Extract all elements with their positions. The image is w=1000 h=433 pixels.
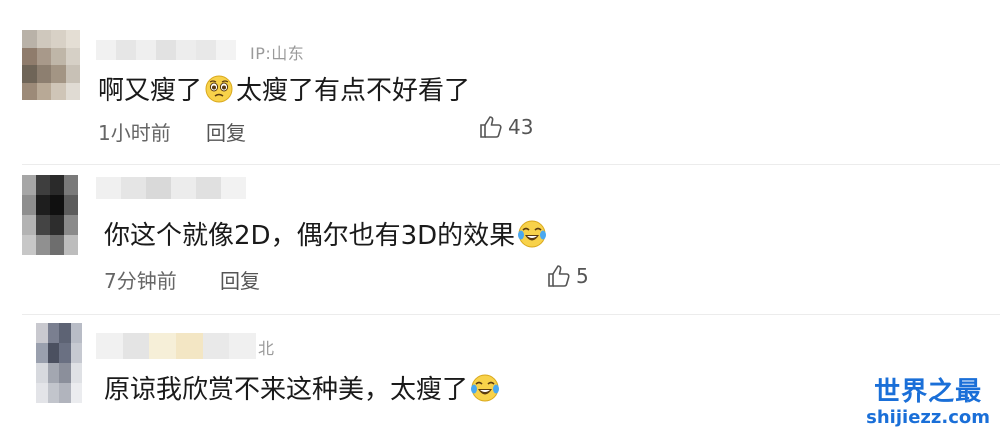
- comment-item: 北 原谅我欣赏不来这种美，太瘦了: [0, 315, 1000, 433]
- like-count: 5: [576, 264, 589, 288]
- avatar[interactable]: [36, 323, 82, 403]
- watermark-logo: 世界之最 shijiezz.com: [866, 377, 990, 429]
- thumbs-up-icon: [480, 116, 502, 138]
- comment-item: 你这个就像2D，偶尔也有3D的效果 7分钟前 回复 5: [0, 165, 1000, 315]
- ip-location: IP:山东: [250, 44, 305, 63]
- comment-text-part: 啊又瘦了: [98, 76, 203, 106]
- comment-item: IP:山东 啊又瘦了 太瘦了有点不好看了 1小时前 回复 43: [0, 0, 1000, 165]
- comment-text: 啊又瘦了 太瘦了有点不好看了: [98, 70, 470, 107]
- like-button[interactable]: 43: [478, 114, 533, 140]
- comment-text: 你这个就像2D，偶尔也有3D的效果: [104, 215, 549, 252]
- pleading-face-icon: [205, 75, 233, 102]
- comment-list: IP:山东 啊又瘦了 太瘦了有点不好看了 1小时前 回复 43 你这个就像2D，…: [0, 0, 1000, 433]
- reply-button[interactable]: 回复: [220, 265, 260, 294]
- ip-location: 北: [258, 339, 275, 358]
- reply-button[interactable]: 回复: [206, 117, 246, 146]
- avatar[interactable]: [22, 175, 78, 255]
- username-blurred[interactable]: [96, 333, 257, 359]
- username-blurred[interactable]: [96, 40, 236, 60]
- avatar[interactable]: [22, 30, 80, 100]
- comment-text-part: 太瘦了有点不好看了: [236, 76, 471, 106]
- watermark-title: 世界之最: [874, 377, 983, 407]
- watermark-url: shijiezz.com: [866, 407, 990, 428]
- comment-time: 7分钟前: [104, 269, 177, 293]
- like-count: 43: [508, 115, 534, 139]
- comment-time: 1小时前: [98, 121, 171, 145]
- comment-text-part: 原谅我欣赏不来这种美，太瘦了: [104, 375, 469, 405]
- like-button[interactable]: 5: [546, 263, 589, 289]
- comment-text-part: 你这个就像2D，偶尔也有3D的效果: [104, 221, 516, 251]
- tears-of-joy-icon: [518, 220, 547, 247]
- username-blurred[interactable]: [96, 177, 246, 199]
- comment-text: 原谅我欣赏不来这种美，太瘦了: [104, 369, 502, 406]
- thumbs-up-icon: [548, 265, 570, 287]
- tears-of-joy-icon: [471, 374, 500, 401]
